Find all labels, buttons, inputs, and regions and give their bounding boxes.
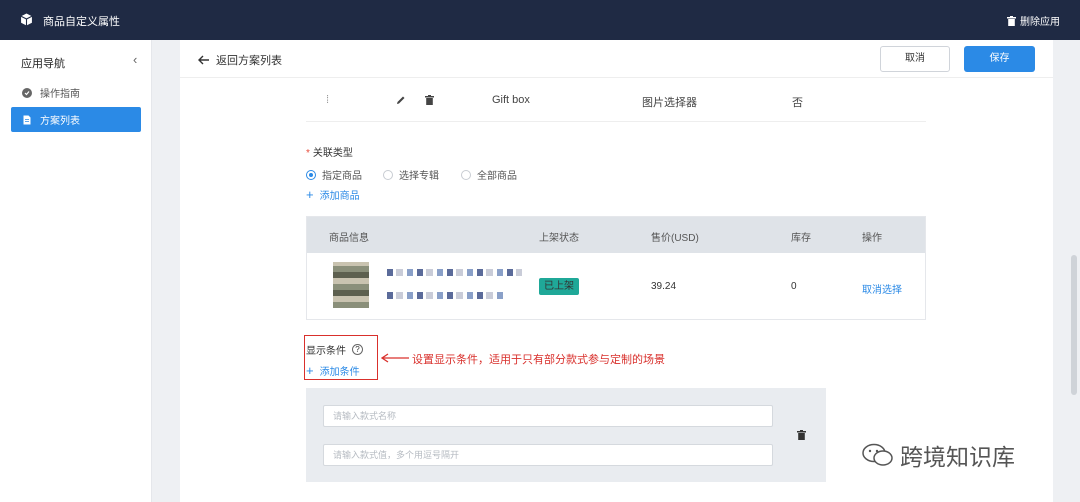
col-status: 上架状态	[539, 233, 579, 244]
display-condition-label: 显示条件 ?	[306, 342, 363, 357]
attribute-type: 图片选择器	[642, 97, 697, 109]
style-value-input[interactable]: 请输入款式值，多个用逗号隔开	[323, 444, 773, 466]
arrow-left-icon	[198, 55, 209, 65]
attribute-required: 否	[792, 97, 803, 109]
table-header: 商品信息 上架状态 售价(USD) 库存 操作	[307, 217, 925, 253]
col-product-info: 商品信息	[329, 233, 369, 244]
col-action: 操作	[862, 233, 882, 244]
help-question-icon[interactable]: ?	[352, 344, 363, 355]
watermark: 跨境知识库	[862, 438, 1015, 472]
sidebar-item-label: 操作指南	[40, 89, 80, 100]
product-thumbnail	[333, 262, 369, 308]
guide-icon	[22, 87, 32, 98]
sidebar-title: 应用导航	[21, 58, 65, 70]
condition-panel: 请输入款式名称 请输入款式值，多个用逗号隔开	[306, 388, 826, 482]
watermark-text: 跨境知识库	[900, 445, 1015, 471]
delete-condition-trash-icon[interactable]	[797, 430, 806, 440]
cancel-button[interactable]: 取消	[880, 46, 950, 72]
radio-all-products[interactable]: 全部商品	[461, 167, 517, 182]
trash-icon	[1007, 15, 1016, 26]
product-title-blurred	[387, 269, 522, 276]
radio-label: 选择专辑	[399, 171, 439, 182]
attribute-name: Gift box	[492, 94, 530, 106]
product-price: 39.24	[651, 281, 677, 292]
sidebar-item-label: 方案列表	[40, 116, 80, 127]
delete-app-label: 删除应用	[1020, 17, 1060, 28]
wechat-logo-icon	[862, 443, 893, 466]
radio-specified-products[interactable]: 指定商品	[306, 167, 362, 182]
sidebar: 应用导航 ‹ 操作指南 方案列表	[0, 40, 152, 502]
product-table: 商品信息 上架状态 售价(USD) 库存 操作 已上架 39.24 0 取消选择	[306, 216, 926, 320]
add-condition-link[interactable]: + 添加条件	[306, 363, 360, 378]
radio-label: 全部商品	[477, 171, 517, 182]
delete-trash-icon[interactable]	[425, 95, 434, 105]
page-header: 返回方案列表 取消 保存	[180, 40, 1053, 78]
collapse-chevron-icon[interactable]: ‹	[133, 52, 137, 67]
attribute-row: ⁞ Gift box 图片选择器 否	[306, 82, 926, 122]
deselect-link[interactable]: 取消选择	[862, 281, 902, 296]
edit-pencil-icon[interactable]	[396, 95, 406, 105]
annotation-arrow-icon	[380, 353, 409, 363]
top-bar: 商品自定义属性 删除应用	[0, 0, 1080, 40]
delete-app-button[interactable]: 删除应用	[1007, 13, 1060, 28]
sidebar-item-plans[interactable]: 方案列表	[11, 107, 141, 132]
radio-select-collection[interactable]: 选择专辑	[383, 167, 439, 182]
add-product-link[interactable]: + 添加商品	[306, 187, 360, 202]
save-button[interactable]: 保存	[964, 46, 1035, 72]
sidebar-item-guide[interactable]: 操作指南	[11, 80, 141, 105]
product-stock: 0	[791, 281, 797, 292]
drag-handle-icon[interactable]: ⁞	[326, 94, 329, 106]
app-title: 商品自定义属性	[43, 16, 120, 28]
back-label: 返回方案列表	[216, 55, 282, 67]
plus-icon: +	[306, 363, 314, 378]
status-badge: 已上架	[539, 278, 579, 295]
relation-type-label: * 关联类型	[306, 148, 353, 159]
annotation-text: 设置显示条件，适用于只有部分款式参与定制的场景	[412, 354, 665, 366]
app-logo-icon	[20, 13, 33, 26]
main-content: 返回方案列表 取消 保存 ⁞ Gift box 图片选择器 否 * 关联类型 指定…	[180, 40, 1053, 502]
plus-icon: +	[306, 187, 314, 202]
product-sku-blurred	[387, 292, 507, 299]
col-price: 售价(USD)	[651, 233, 699, 244]
radio-label: 指定商品	[322, 171, 362, 182]
back-link[interactable]: 返回方案列表	[198, 52, 282, 68]
col-stock: 库存	[791, 233, 811, 244]
document-icon	[23, 115, 31, 124]
scrollbar[interactable]	[1071, 255, 1077, 395]
style-name-input[interactable]: 请输入款式名称	[323, 405, 773, 427]
